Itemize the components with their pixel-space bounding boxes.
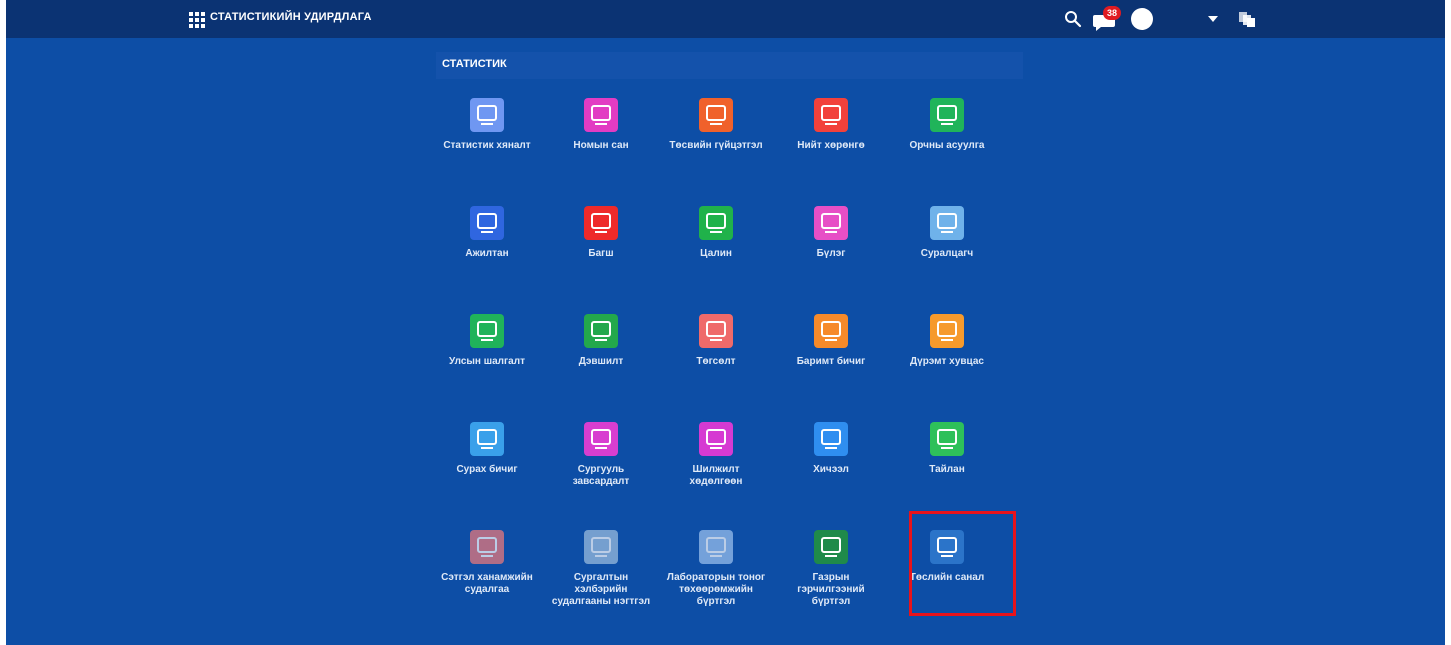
tile-label: Цалин bbox=[700, 248, 732, 259]
tile-training-survey[interactable]: Сургалтын хэлбэрийн судалгааны нэгтгэл bbox=[551, 530, 651, 608]
layers-icon[interactable] bbox=[1238, 10, 1256, 28]
tile-report[interactable]: Тайлан bbox=[897, 422, 997, 476]
tile-group[interactable]: Бүлэг bbox=[781, 206, 881, 260]
building-icon bbox=[930, 98, 964, 132]
flowchart-check-icon bbox=[470, 98, 504, 132]
highlight-box bbox=[909, 511, 1016, 616]
tile-label: Улсын шалгалт bbox=[449, 356, 525, 367]
tile-label: Төгсөлт bbox=[696, 356, 736, 367]
tile-label: Дүрэмт хувцас bbox=[910, 356, 984, 367]
teacher-icon bbox=[584, 206, 618, 240]
tile-transfer[interactable]: Шилжилт хөдөлгөөн bbox=[666, 422, 766, 488]
staff-icon bbox=[470, 206, 504, 240]
tile-label: Сургууль завсардалт bbox=[572, 464, 630, 487]
tile-label: Орчны асуулга bbox=[909, 140, 985, 151]
tile-staff[interactable]: Ажилтан bbox=[437, 206, 537, 260]
section-header: СТАТИСТИК bbox=[436, 52, 1023, 79]
tile-textbook[interactable]: Сурах бичиг bbox=[437, 422, 537, 476]
tile-flowchart-check[interactable]: Статистик хяналт bbox=[437, 98, 537, 152]
tile-uniform-document[interactable]: Дүрэмт хувцас bbox=[897, 314, 997, 368]
tile-satisfaction-survey[interactable]: Сэтгэл ханамжийн судалгаа bbox=[437, 530, 537, 596]
progress-icon bbox=[584, 314, 618, 348]
textbook-icon bbox=[470, 422, 504, 456]
graduation-icon bbox=[699, 314, 733, 348]
satisfaction-survey-icon bbox=[470, 530, 504, 564]
student-icon bbox=[930, 206, 964, 240]
section-title: СТАТИСТИК bbox=[442, 58, 507, 70]
tile-label: Дэвшилт bbox=[578, 356, 624, 367]
tile-budget-chart[interactable]: Төсвийн гүйцэтгэл bbox=[666, 98, 766, 152]
top-bar: СТАТИСТИКИЙН УДИРДЛАГА 38 bbox=[6, 0, 1445, 38]
tile-library[interactable]: Номын сан bbox=[551, 98, 651, 152]
tile-building[interactable]: Орчны асуулга bbox=[897, 98, 997, 152]
group-icon bbox=[814, 206, 848, 240]
tile-label: Номын сан bbox=[573, 140, 629, 151]
tile-label: Тайлан bbox=[929, 464, 965, 475]
tile-label: Шилжилт хөдөлгөөн bbox=[689, 464, 743, 487]
land-certificate-icon bbox=[814, 530, 848, 564]
tile-label: Газрын гэрчилгээний бүртгэл bbox=[797, 572, 865, 607]
tile-progress[interactable]: Дэвшилт bbox=[551, 314, 651, 368]
lab-equipment-icon bbox=[699, 530, 733, 564]
tile-label: Төсвийн гүйцэтгэл bbox=[669, 140, 763, 151]
tile-label: Бүлэг bbox=[816, 248, 846, 259]
tile-dropout[interactable]: Сургууль завсардалт bbox=[551, 422, 651, 488]
budget-chart-icon bbox=[699, 98, 733, 132]
tile-exam[interactable]: Улсын шалгалт bbox=[437, 314, 537, 368]
tile-label: Сургалтын хэлбэрийн судалгааны нэгтгэл bbox=[551, 572, 651, 607]
book-icon bbox=[814, 422, 848, 456]
user-avatar[interactable] bbox=[1131, 8, 1153, 30]
transfer-icon bbox=[699, 422, 733, 456]
uniform-document-icon bbox=[930, 314, 964, 348]
search-icon[interactable] bbox=[1064, 10, 1082, 28]
tile-label: Багш bbox=[588, 248, 614, 259]
report-icon bbox=[930, 422, 964, 456]
tile-label: Сурах бичиг bbox=[456, 464, 518, 475]
tile-label: Суралцагч bbox=[920, 248, 974, 259]
tile-land-certificate[interactable]: Газрын гэрчилгээний бүртгэл bbox=[781, 530, 881, 608]
app-launcher-grid-icon[interactable] bbox=[189, 12, 205, 28]
app-screen: СТАТИСТИКИЙН УДИРДЛАГА 38 СТАТИСТИК Стат… bbox=[6, 0, 1445, 645]
tile-graduation[interactable]: Төгсөлт bbox=[666, 314, 766, 368]
tile-document[interactable]: Баримт бичиг bbox=[781, 314, 881, 368]
tile-book[interactable]: Хичээл bbox=[781, 422, 881, 476]
document-icon bbox=[814, 314, 848, 348]
exam-icon bbox=[470, 314, 504, 348]
notification-badge: 38 bbox=[1103, 6, 1121, 20]
tile-label: Нийт хөрөнгө bbox=[797, 140, 865, 151]
dropout-icon bbox=[584, 422, 618, 456]
tile-label: Хичээл bbox=[813, 464, 849, 475]
tile-label: Баримт бичиг bbox=[796, 356, 866, 367]
training-survey-icon bbox=[584, 530, 618, 564]
chevron-down-icon[interactable] bbox=[1208, 16, 1218, 22]
tile-student[interactable]: Суралцагч bbox=[897, 206, 997, 260]
tile-label: Статистик хяналт bbox=[443, 140, 531, 151]
money-icon bbox=[699, 206, 733, 240]
tile-label: Ажилтан bbox=[465, 248, 509, 259]
library-icon bbox=[584, 98, 618, 132]
tile-lab-equipment[interactable]: Лабораторын тоног төхөөрөмжийн бүртгэл bbox=[666, 530, 766, 608]
tile-money[interactable]: Цалин bbox=[666, 206, 766, 260]
tile-asset-list[interactable]: Нийт хөрөнгө bbox=[781, 98, 881, 152]
asset-list-icon bbox=[814, 98, 848, 132]
tile-teacher[interactable]: Багш bbox=[551, 206, 651, 260]
tile-label: Сэтгэл ханамжийн судалгаа bbox=[441, 572, 533, 595]
app-title: СТАТИСТИКИЙН УДИРДЛАГА bbox=[210, 11, 372, 23]
tile-label: Лабораторын тоног төхөөрөмжийн бүртгэл bbox=[666, 572, 766, 607]
